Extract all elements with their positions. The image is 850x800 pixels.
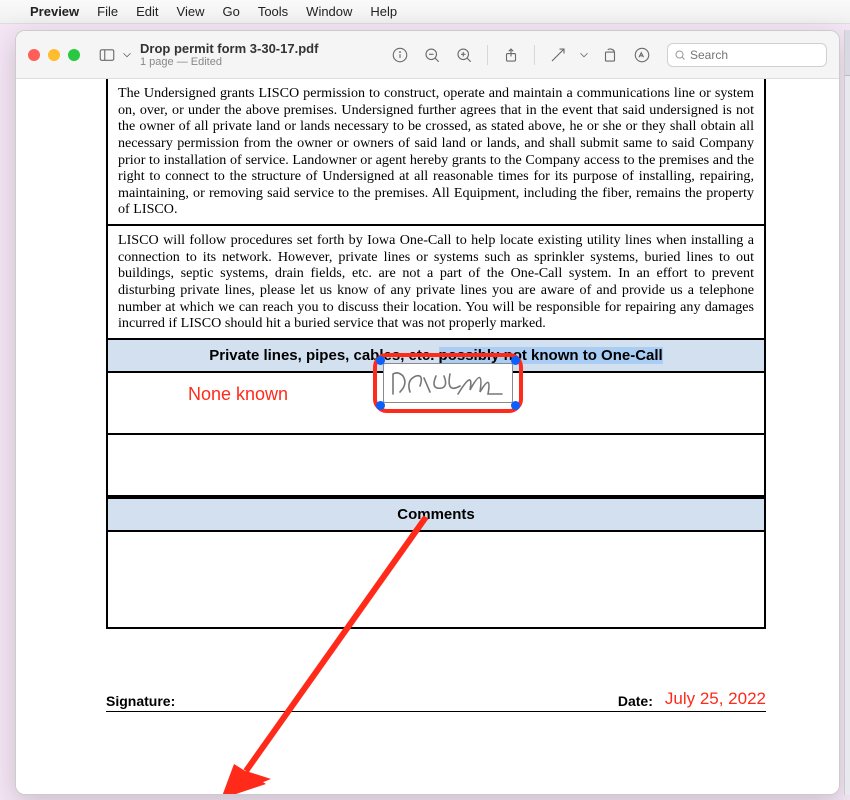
fullscreen-window-button[interactable] (68, 49, 80, 61)
menu-window[interactable]: Window (306, 4, 352, 19)
close-window-button[interactable] (28, 49, 40, 61)
signature-scribble-icon (388, 366, 508, 400)
signature-box (383, 363, 513, 403)
date-label: Date: (618, 693, 653, 709)
document-filename: Drop permit form 3-30-17.pdf (140, 41, 318, 56)
resize-handle[interactable] (511, 401, 520, 410)
resize-handle[interactable] (511, 356, 520, 365)
toolbar-group (387, 42, 827, 68)
permission-paragraph: The Undersigned grants LISCO permission … (108, 79, 764, 226)
menu-go[interactable]: Go (222, 4, 239, 19)
signature-label: Signature: (106, 693, 175, 709)
system-menubar: Preview File Edit View Go Tools Window H… (0, 0, 850, 24)
pdf-page: The Undersigned grants LISCO permission … (106, 79, 766, 712)
preview-window: Drop permit form 3-30-17.pdf 1 page — Ed… (15, 30, 840, 795)
document-subtitle: 1 page — Edited (140, 56, 318, 68)
menu-view[interactable]: View (177, 4, 205, 19)
resize-handle[interactable] (376, 401, 385, 410)
menu-edit[interactable]: Edit (136, 4, 158, 19)
search-input[interactable] (690, 48, 810, 62)
resize-handle[interactable] (376, 356, 385, 365)
zoom-in-button[interactable] (451, 42, 477, 68)
window-titlebar: Drop permit form 3-30-17.pdf 1 page — Ed… (16, 31, 839, 79)
onecall-paragraph: LISCO will follow procedures set forth b… (108, 226, 764, 338)
info-button[interactable] (387, 42, 413, 68)
search-icon (674, 49, 686, 61)
minimize-window-button[interactable] (48, 49, 60, 61)
search-field[interactable] (667, 43, 827, 67)
comments-header: Comments (108, 497, 764, 532)
share-button[interactable] (498, 42, 524, 68)
rotate-button[interactable] (597, 42, 623, 68)
traffic-lights (28, 49, 80, 61)
signature-annotation[interactable] (373, 353, 523, 413)
none-known-annotation[interactable]: None known (188, 383, 288, 406)
menu-file[interactable]: File (97, 4, 118, 19)
zoom-out-button[interactable] (419, 42, 445, 68)
date-annotation[interactable]: July 25, 2022 (665, 689, 766, 709)
comments-cell (108, 532, 764, 627)
private-lines-cell-2 (108, 435, 764, 497)
markup-menu-chevron-icon[interactable] (577, 42, 591, 68)
menu-tools[interactable]: Tools (258, 4, 288, 19)
sidebar-menu-chevron-icon[interactable] (120, 42, 134, 68)
app-menu[interactable]: Preview (30, 4, 79, 19)
sidebar-toggle-button[interactable] (94, 42, 120, 68)
document-title-block: Drop permit form 3-30-17.pdf 1 page — Ed… (140, 41, 318, 68)
highlight-button[interactable] (629, 42, 655, 68)
menu-help[interactable]: Help (370, 4, 397, 19)
private-lines-cell-1: None known (108, 373, 764, 435)
background-window-sliver (844, 30, 850, 795)
signature-line: Signature: Date: July 25, 2022 (106, 689, 766, 712)
markup-button[interactable] (545, 42, 571, 68)
document-viewport[interactable]: The Undersigned grants LISCO permission … (16, 79, 839, 794)
